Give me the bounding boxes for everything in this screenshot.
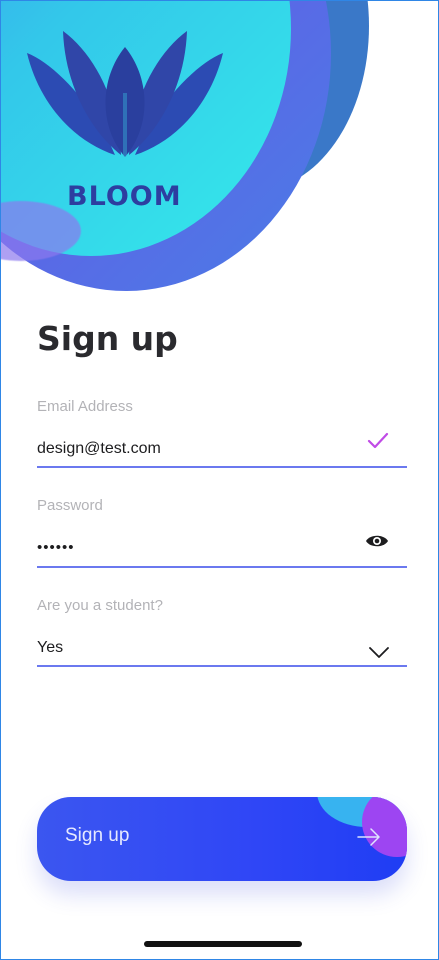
password-input[interactable]: •••••• (37, 539, 75, 556)
email-field[interactable]: Email Address design@test.com (37, 398, 407, 470)
eye-icon[interactable] (365, 533, 389, 549)
sign-up-button[interactable]: Sign up (37, 797, 407, 881)
arrow-right-icon (357, 828, 380, 846)
student-value[interactable]: Yes (37, 639, 63, 657)
chevron-down-icon[interactable] (369, 647, 389, 659)
password-label: Password (37, 497, 103, 514)
email-label: Email Address (37, 398, 133, 415)
app-screen: BLOOM Sign up Email Address design@test.… (0, 0, 439, 960)
student-select[interactable]: Are you a student? Yes (37, 597, 407, 669)
email-input[interactable]: design@test.com (37, 440, 161, 458)
student-label: Are you a student? (37, 597, 163, 614)
sign-up-button-label: Sign up (65, 825, 130, 846)
page-title: Sign up (37, 319, 178, 358)
checkmark-icon (367, 432, 389, 449)
brand-name: BLOOM (67, 181, 182, 212)
student-underline (37, 665, 407, 667)
email-underline (37, 466, 407, 468)
lotus-logo-icon (27, 31, 223, 157)
password-underline (37, 566, 407, 568)
password-field[interactable]: Password •••••• (37, 497, 407, 569)
home-indicator[interactable] (144, 941, 302, 947)
